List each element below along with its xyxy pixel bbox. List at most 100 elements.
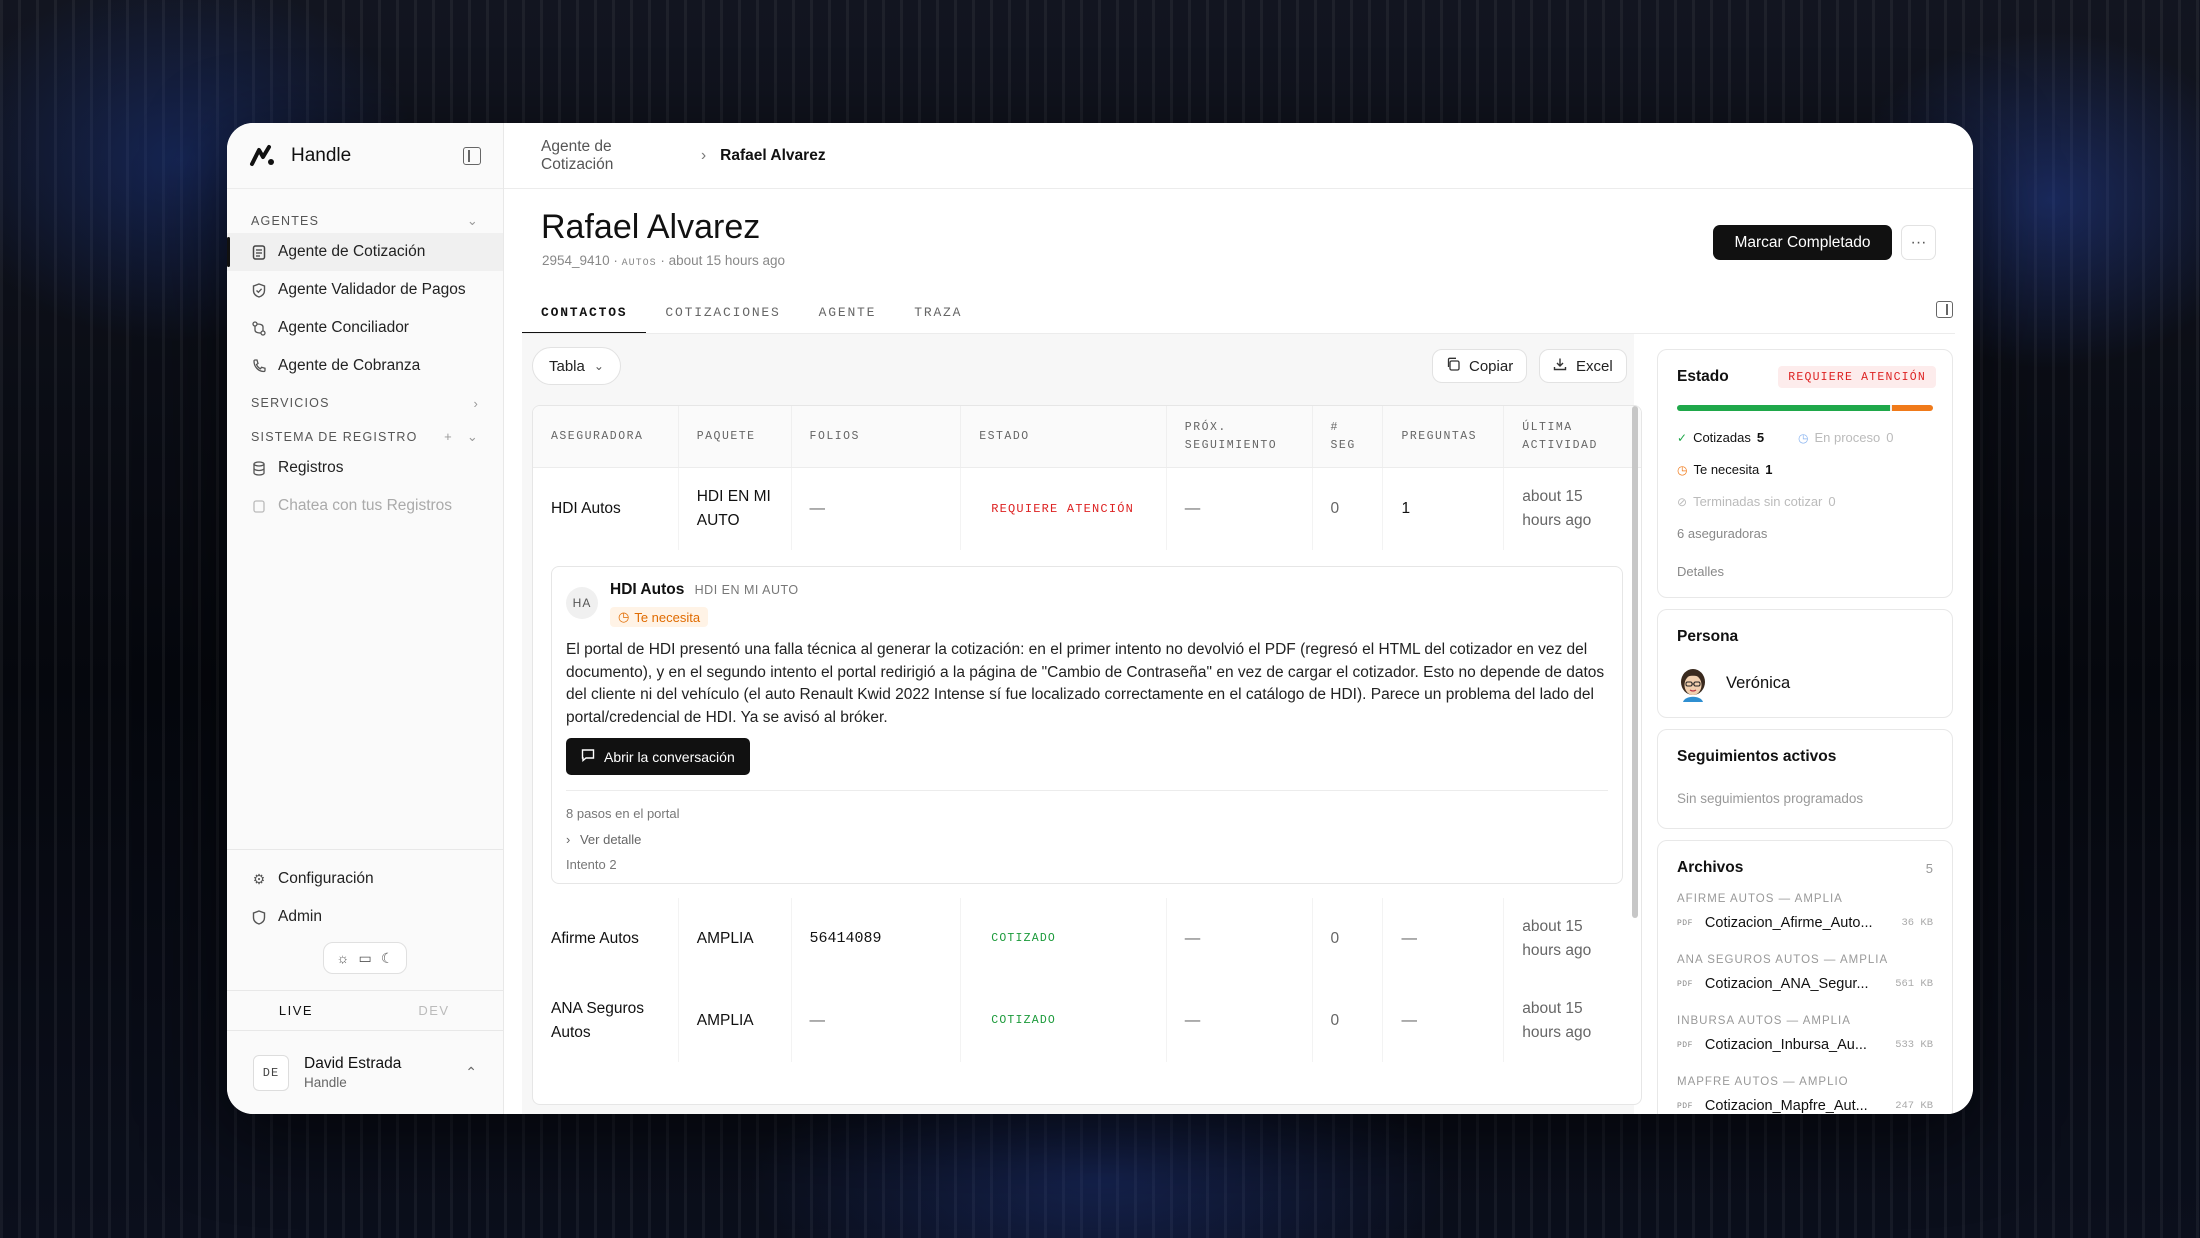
file-row[interactable]: PDF Cotizacion_Afirme_Auto... 36 KB: [1677, 915, 1933, 931]
cell-prox: —: [1167, 898, 1313, 980]
plus-icon[interactable]: +: [444, 429, 453, 445]
section-sistema-registro[interactable]: SISTEMA DE REGISTRO + ⌄: [227, 425, 503, 449]
sidebar-item-label: Configuración: [278, 870, 374, 887]
tabs: CONTACTOS COTIZACIONES AGENTE TRAZA: [522, 291, 981, 334]
pdf-icon: PDF: [1677, 918, 1693, 928]
table-header: ASEGURADORA PAQUETE FOLIOS ESTADO PRÓX. …: [533, 406, 1641, 468]
contacts-table: ASEGURADORA PAQUETE FOLIOS ESTADO PRÓX. …: [532, 405, 1642, 1105]
copy-label: Copiar: [1469, 357, 1514, 375]
table-row[interactable]: HDI Autos HDI EN MI AUTO — REQUIERE ATEN…: [533, 468, 1641, 550]
sidebar-item-agente-conciliador[interactable]: Agente Conciliador: [227, 309, 503, 347]
tab-contactos[interactable]: CONTACTOS: [522, 291, 647, 334]
x-circle-icon: ⊘: [1677, 494, 1688, 509]
tab-agente[interactable]: AGENTE: [800, 291, 896, 333]
col-ultima-actividad[interactable]: ÚLTIMA ACTIVIDAD: [1504, 406, 1641, 467]
env-dev-tab[interactable]: DEV: [365, 1003, 503, 1018]
breadcrumb-parent[interactable]: Agente de Cotización: [541, 138, 687, 174]
user-menu[interactable]: DE David Estrada Handle ⌃: [227, 1030, 503, 1114]
cell-prox: —: [1167, 468, 1313, 550]
file-row[interactable]: PDF Cotizacion_Inbursa_Au... 533 KB: [1677, 1037, 1933, 1053]
sidebar-item-chatea[interactable]: Chatea con tus Registros: [227, 487, 503, 525]
copy-button[interactable]: Copiar: [1432, 349, 1528, 383]
cell-actividad: about 15 hours ago: [1522, 917, 1592, 959]
details-link[interactable]: Detalles: [1677, 564, 1724, 579]
chat-database-icon: [251, 498, 267, 514]
sidebar-item-agente-validador[interactable]: Agente Validador de Pagos: [227, 271, 503, 309]
file-name: Cotizacion_Afirme_Auto...: [1704, 915, 1873, 931]
sidebar-item-admin[interactable]: Admin: [227, 898, 503, 936]
section-agentes-label: AGENTES: [251, 214, 320, 228]
chevron-down-icon: ⌄: [466, 213, 479, 228]
excel-button[interactable]: Excel: [1539, 349, 1627, 383]
section-agentes[interactable]: AGENTES ⌄: [227, 209, 503, 233]
panel-toggle-icon[interactable]: [1936, 301, 1953, 318]
col-folios[interactable]: FOLIOS: [792, 406, 962, 467]
cell-prox: —: [1167, 980, 1313, 1062]
file-size: 247 KB: [1895, 1100, 1933, 1112]
monitor-icon[interactable]: ▭: [359, 950, 372, 967]
attempt-label: Intento 2: [566, 857, 617, 872]
right-panel: Estado REQUIERE ATENCIÓN ✓ Cotizadas 5 ◷…: [1657, 349, 1953, 1114]
main-content: Agente de Cotización › Rafael Alvarez Ra…: [504, 123, 1973, 1114]
chevron-right-icon: ›: [473, 395, 479, 411]
view-select[interactable]: Tabla ⌄: [532, 347, 621, 385]
col-estado[interactable]: ESTADO: [961, 406, 1167, 467]
stat-en-proceso[interactable]: ◷ En proceso 0: [1798, 430, 1893, 445]
table-row[interactable]: ANA Seguros Autos AMPLIA — COTIZADO — 0 …: [533, 980, 1641, 1062]
file-row[interactable]: PDF Cotizacion_ANA_Segur... 561 KB: [1677, 976, 1933, 992]
tab-traza[interactable]: TRAZA: [895, 291, 981, 333]
section-servicios-label: SERVICIOS: [251, 396, 330, 410]
sidebar-item-agente-cotizacion[interactable]: Agente de Cotización: [227, 233, 503, 271]
brand: Handle: [227, 123, 503, 189]
stat-te-necesita[interactable]: ◷ Te necesita 1: [1677, 462, 1772, 477]
needs-you-badge: ◷ Te necesita: [610, 607, 709, 627]
col-preguntas[interactable]: PREGUNTAS: [1383, 406, 1505, 467]
cell-seg: 0: [1313, 898, 1384, 980]
cell-aseguradora: HDI Autos: [533, 468, 679, 550]
insurers-count: 6 aseguradoras: [1677, 526, 1768, 541]
mark-complete-button[interactable]: Marcar Completado: [1713, 225, 1892, 260]
sun-icon[interactable]: ☼: [337, 950, 350, 966]
moon-icon[interactable]: ☾: [381, 950, 394, 967]
tab-cotizaciones[interactable]: COTIZACIONES: [646, 291, 799, 333]
more-options-button[interactable]: ···: [1901, 225, 1936, 260]
file-name: Cotizacion_Mapfre_Aut...: [1704, 1098, 1868, 1114]
col-prox-seguimiento[interactable]: PRÓX. SEGUIMIENTO: [1167, 406, 1313, 467]
file-name: Cotizacion_Inbursa_Au...: [1704, 1037, 1867, 1053]
col-paquete[interactable]: PAQUETE: [679, 406, 792, 467]
stat-cotizadas[interactable]: ✓ Cotizadas 5: [1677, 430, 1764, 445]
sidebar-item-label: Agente Conciliador: [278, 319, 409, 336]
detail-name: HDI Autos: [610, 581, 685, 598]
sidebar-item-registros[interactable]: Registros: [227, 449, 503, 487]
contacts-area: Tabla ⌄ Copiar Excel ASEGURADORA PAQUETE…: [522, 334, 1642, 1114]
divider: [566, 790, 1608, 791]
cell-preguntas: —: [1383, 980, 1505, 1062]
open-conversation-button[interactable]: Abrir la conversación: [566, 738, 750, 775]
chevron-down-icon: ⌄: [466, 429, 479, 444]
stat-label: Te necesita: [1693, 462, 1760, 477]
env-live-tab[interactable]: LIVE: [227, 1003, 365, 1018]
sidebar-item-configuracion[interactable]: ⚙ Configuración: [227, 860, 503, 898]
table-row[interactable]: Afirme Autos AMPLIA 56414089 COTIZADO — …: [533, 898, 1641, 980]
sidebar-item-agente-cobranza[interactable]: Agente de Cobranza: [227, 347, 503, 385]
stat-value: 1: [1765, 462, 1773, 477]
progress-necesita: [1892, 405, 1933, 411]
file-row[interactable]: PDF Cotizacion_Mapfre_Aut... 247 KB: [1677, 1098, 1933, 1114]
handle-logo-icon: [250, 144, 274, 166]
sidebar-toggle-icon[interactable]: [463, 146, 481, 165]
col-aseguradora[interactable]: ASEGURADORA: [533, 406, 679, 467]
col-seg[interactable]: # SEG: [1313, 406, 1384, 467]
stat-value: 5: [1756, 430, 1765, 445]
sidebar-item-label: Agente de Cobranza: [278, 357, 421, 374]
section-servicios[interactable]: SERVICIOS ›: [227, 391, 503, 415]
section-sistema-label: SISTEMA DE REGISTRO: [251, 430, 418, 444]
open-conversation-label: Abrir la conversación: [604, 748, 735, 765]
breadcrumb-current: Rafael Alvarez: [720, 146, 826, 164]
document-icon: [251, 244, 267, 260]
phone-icon: [251, 358, 267, 374]
stat-terminadas[interactable]: ⊘ Terminadas sin cotizar 0: [1677, 494, 1836, 509]
shield-check-icon: [251, 282, 267, 298]
view-detail-toggle[interactable]: › Ver detalle: [566, 832, 641, 847]
table-scrollbar[interactable]: [1632, 406, 1638, 918]
file-group-label: MAPFRE AUTOS — AMPLIO: [1677, 1076, 1849, 1088]
